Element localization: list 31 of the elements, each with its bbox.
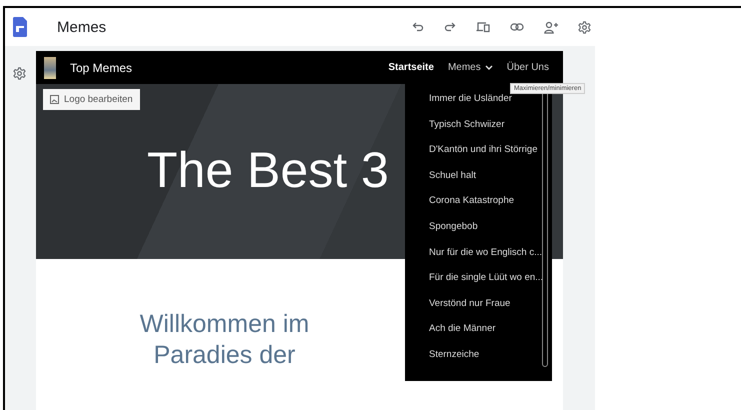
settings-icon[interactable] <box>578 20 591 34</box>
edit-logo-button[interactable]: Logo bearbeiten <box>43 89 140 110</box>
hero-title: The Best 3 <box>147 140 389 198</box>
document-title: Memes <box>57 18 108 36</box>
dropdown-menu-item[interactable]: Sternzeiche <box>429 348 480 374</box>
chevron-down-icon <box>484 65 493 70</box>
settings-icon[interactable] <box>13 67 26 80</box>
nav-link[interactable]: Über Uns <box>506 62 549 73</box>
welcome-heading-line: Paradies der <box>154 340 296 371</box>
avatar-placeholder <box>44 56 56 78</box>
dropdown-menu-item[interactable]: Immer die Usländer <box>429 92 512 118</box>
nav-link[interactable]: Memes <box>448 62 493 73</box>
link-icon[interactable] <box>510 22 524 32</box>
welcome-heading-line: Willkommen im <box>140 309 310 340</box>
undo-icon[interactable] <box>412 21 424 33</box>
dropdown-menu-item[interactable]: Spongebob <box>429 220 478 246</box>
nav-link[interactable]: Startseite <box>388 62 434 73</box>
image-icon <box>50 95 59 104</box>
devices-preview-icon[interactable] <box>476 21 490 33</box>
dropdown-menu-item[interactable]: Nur für die wo Englisch c... <box>429 246 542 272</box>
dropdown-menu-item[interactable]: D'Kantön und ihri Störrige <box>429 143 538 169</box>
dropdown-menu-item[interactable]: Corona Katastrophe <box>429 194 514 220</box>
add-person-icon[interactable] <box>544 20 558 34</box>
redo-icon[interactable] <box>444 21 456 33</box>
dropdown-menu-item[interactable]: Schuel halt <box>429 168 476 194</box>
sites-logo-icon[interactable] <box>13 17 27 37</box>
dropdown-menu-item[interactable]: Verstönd nur Fraue <box>429 296 510 322</box>
dropdown-menu-item[interactable]: Ach die Männer <box>429 322 496 348</box>
site-title[interactable]: Top Memes <box>70 60 388 74</box>
dropdown-menu-item[interactable]: Typisch Schwiizer <box>429 118 504 144</box>
dropdown-menu-item[interactable]: Für die single Lüüt wo en... <box>429 271 544 297</box>
